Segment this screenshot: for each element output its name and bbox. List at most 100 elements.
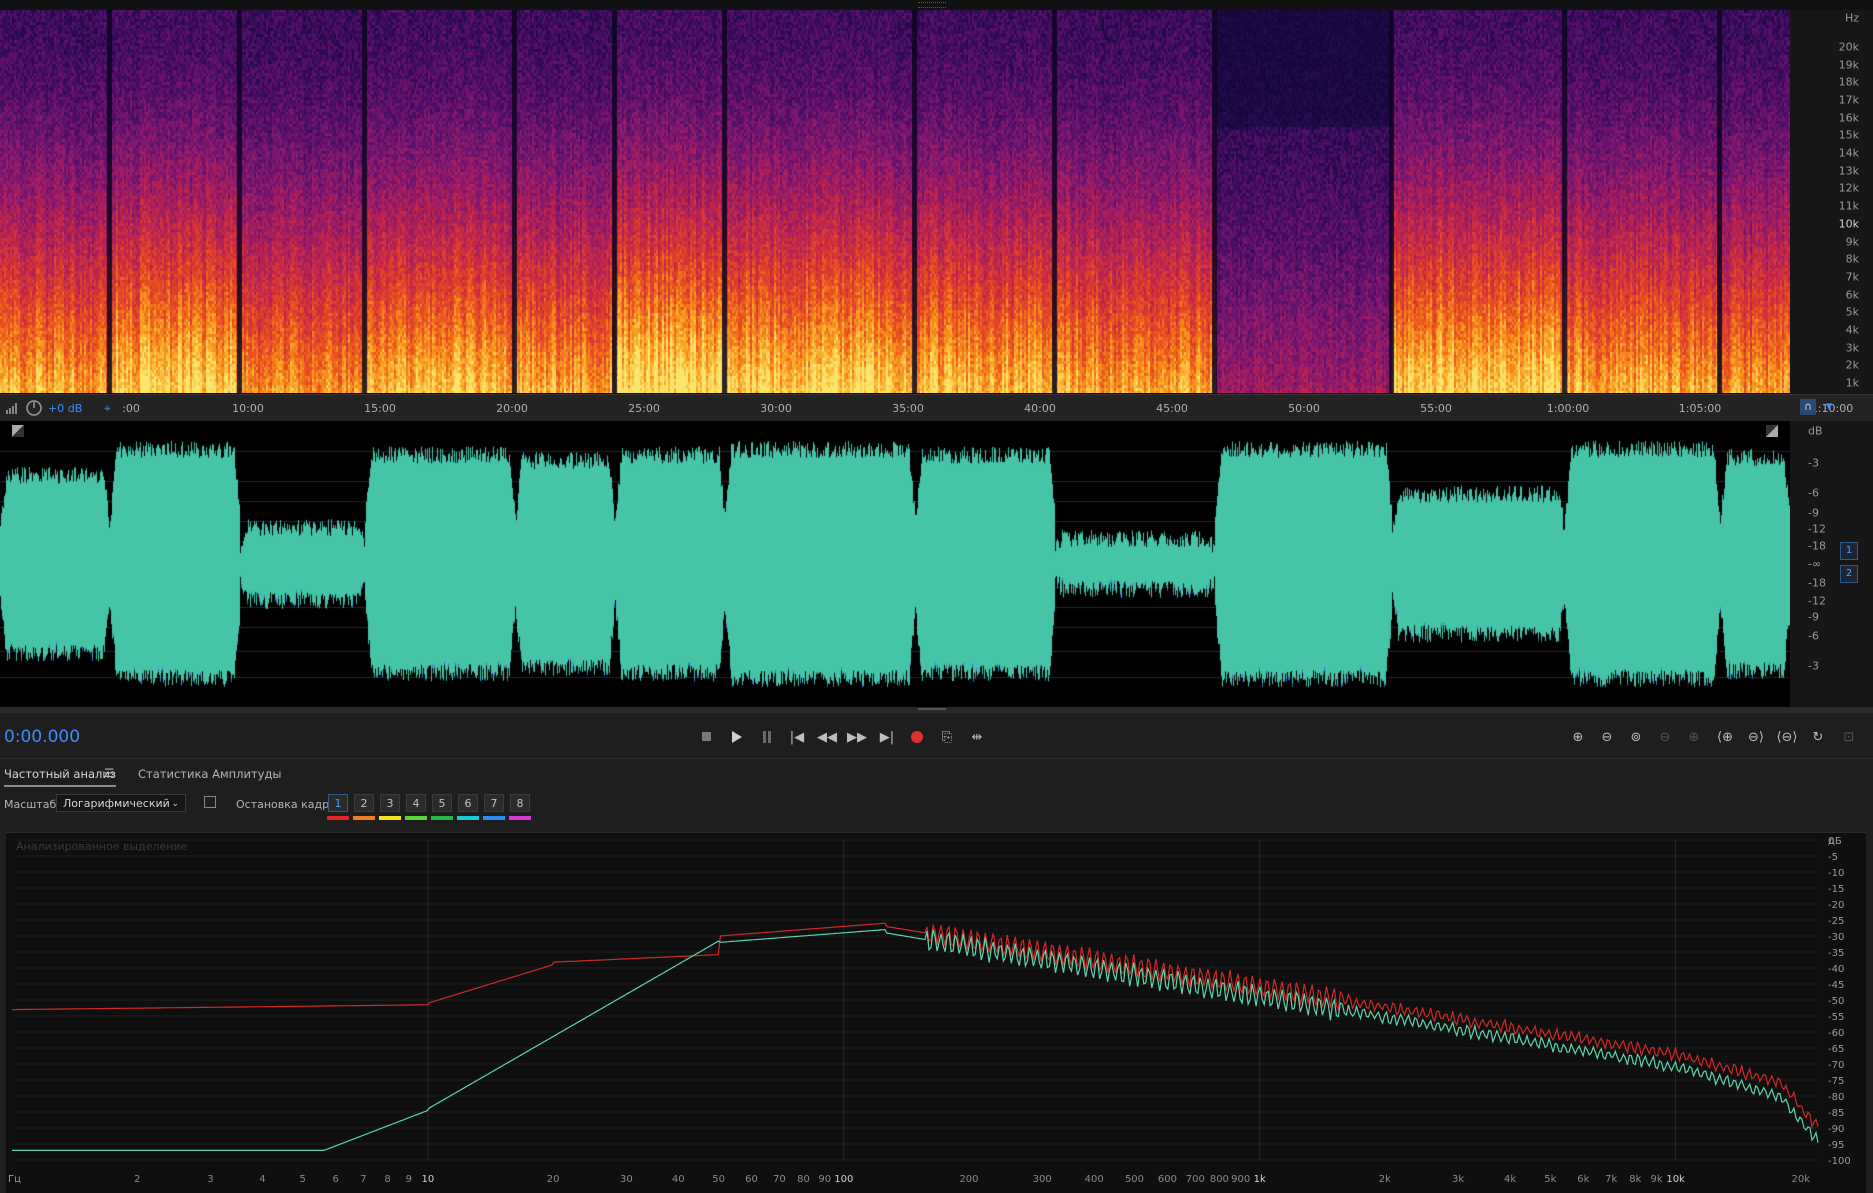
- freeze-frame-label: Остановка кадра:: [236, 798, 340, 811]
- time-tick-label: 10:00: [232, 402, 264, 415]
- fast-forward-icon[interactable]: ▶▶: [846, 727, 868, 747]
- channel-1-button[interactable]: 1: [1840, 542, 1858, 560]
- play-button[interactable]: [726, 727, 748, 747]
- zoom-in-time-icon[interactable]: ⟨⊕: [1713, 727, 1737, 747]
- graph-db-tick: -5: [1828, 852, 1838, 863]
- zoom-to-playhead-icon[interactable]: ↻: [1806, 727, 1830, 747]
- hz-tick-label: 14k: [1838, 146, 1859, 160]
- graph-db-tick: -75: [1828, 1076, 1844, 1087]
- db-unit-label: dB: [1808, 424, 1823, 438]
- channel-2-button[interactable]: 2: [1840, 565, 1858, 583]
- rewind-icon[interactable]: ◀◀: [816, 727, 838, 747]
- hz-tick-label: 6k: [1845, 288, 1859, 302]
- analysis-controls: Масштаб: Логарифмический ⌄ Остановка кад…: [0, 788, 1873, 830]
- scale-label: Масштаб:: [4, 798, 60, 811]
- loop-playback-icon[interactable]: ⎘: [936, 727, 958, 747]
- graph-freq-tick: 500: [1125, 1174, 1144, 1185]
- graph-db-tick: -20: [1828, 900, 1844, 911]
- hz-unit-label: Hz: [1844, 11, 1859, 25]
- graph-freq-tick: 8: [384, 1174, 390, 1185]
- graph-freq-tick: 20k: [1792, 1174, 1811, 1185]
- frequency-overlay-icon[interactable]: [204, 796, 216, 808]
- hz-tick-label: 13k: [1838, 164, 1859, 178]
- transport-bar: 0:00.000 |◀ ◀◀ ▶▶ ▶| ⎘ ⇹ ⊕ ⊖ ⊚ ⊖ ⊕ ⟨⊕ ⊖⟩…: [0, 712, 1873, 759]
- headphones-icon[interactable]: ∩: [1800, 399, 1816, 415]
- skip-selection-icon[interactable]: ⇹: [966, 727, 988, 747]
- db-tick-label: -9: [1808, 506, 1819, 520]
- db-tick-label: -12: [1808, 594, 1826, 608]
- graph-freq-tick: 9: [406, 1174, 412, 1185]
- hz-tick-label: 4k: [1845, 323, 1859, 337]
- waveform-display[interactable]: [0, 421, 1790, 707]
- freeze-frame-button-8[interactable]: 8: [510, 794, 530, 812]
- timeline-ruler[interactable]: +0 dB ⌖ :00 10:00 15:00 20:00 25:00 30:00 35:0…: [0, 394, 1873, 422]
- db-tick-label: -6: [1808, 486, 1819, 500]
- graph-freq-tick: 300: [1033, 1174, 1052, 1185]
- db-tick-label: -3: [1808, 456, 1819, 470]
- graph-freq-tick: 9k: [1650, 1174, 1662, 1185]
- frequency-axis: Hz 20k 19k 18k 17k 16k 15k 14k 13k 12k 11k 10k 9k 8k…: [1790, 10, 1873, 393]
- channel-toggle-right-icon[interactable]: [1766, 425, 1778, 437]
- graph-freq-tick: 10: [422, 1174, 435, 1185]
- stop-button[interactable]: [696, 727, 718, 747]
- db-tick-label: -6: [1808, 629, 1819, 643]
- frame-color-swatch: [431, 816, 453, 820]
- scrollbar-thumb[interactable]: [918, 708, 946, 710]
- graph-db-tick: -40: [1828, 964, 1844, 975]
- time-tick-label: 40:00: [1024, 402, 1056, 415]
- zoom-in-out-point-icon[interactable]: ⊖: [1653, 727, 1677, 747]
- freeze-frame-button-2[interactable]: 2: [354, 794, 374, 812]
- time-tick-label: 1:00:00: [1546, 402, 1590, 415]
- freeze-frame-button-5[interactable]: 5: [432, 794, 452, 812]
- pause-button[interactable]: [756, 727, 778, 747]
- skip-to-end-icon[interactable]: ▶|: [876, 727, 898, 747]
- graph-freq-tick: 40: [672, 1174, 685, 1185]
- graph-freq-tick: 8k: [1629, 1174, 1641, 1185]
- zoom-out-time-icon[interactable]: ⊖⟩: [1744, 727, 1768, 747]
- graph-freq-tick: 50: [712, 1174, 725, 1185]
- spectral-display-panel[interactable]: Hz 20k 19k 18k 17k 16k 15k 14k 13k 12k 11k 10k 9k 8k…: [0, 0, 1873, 394]
- tab-frequency-analysis[interactable]: Частотный анализ: [4, 767, 116, 787]
- zoom-selection-icon[interactable]: ⊕: [1682, 727, 1706, 747]
- right-channel-curve: [12, 928, 1819, 1151]
- tab-amplitude-statistics[interactable]: Статистика Амплитуды: [138, 767, 282, 781]
- zoom-reset-icon[interactable]: ⊚: [1624, 727, 1648, 747]
- hz-tick-label: 11k: [1838, 199, 1859, 213]
- frequency-graph-svg[interactable]: Анализированное выделение дБ0-5-10-15-20…: [6, 836, 1866, 1192]
- db-tick-label: -18: [1808, 576, 1826, 590]
- time-tick-label: 25:00: [628, 402, 660, 415]
- record-button[interactable]: [906, 727, 928, 747]
- db-tick-label: -12: [1808, 522, 1826, 536]
- panel-menu-icon[interactable]: ☰: [104, 766, 114, 780]
- graph-db-tick: -90: [1828, 1124, 1844, 1135]
- freeze-frame-button-6[interactable]: 6: [458, 794, 478, 812]
- freeze-frame-button-3[interactable]: 3: [380, 794, 400, 812]
- spectrogram[interactable]: [0, 10, 1790, 393]
- graph-freq-tick: 7k: [1605, 1174, 1617, 1185]
- freeze-frame-button-7[interactable]: 7: [484, 794, 504, 812]
- graph-freq-tick: 4: [259, 1174, 265, 1185]
- zoom-history-icon[interactable]: ⊡: [1837, 727, 1861, 747]
- marker-pin-icon[interactable]: ▾: [1822, 399, 1836, 415]
- panel-resize-handle[interactable]: [918, 2, 946, 8]
- time-tick-label: 30:00: [760, 402, 792, 415]
- time-tick-label: 55:00: [1420, 402, 1452, 415]
- hz-tick-label: 7k: [1845, 270, 1859, 284]
- skip-to-start-icon[interactable]: |◀: [786, 727, 808, 747]
- channel-toggle-left-icon[interactable]: [12, 425, 24, 437]
- scale-dropdown[interactable]: Логарифмический ⌄: [56, 794, 186, 812]
- zoom-out-amplitude-icon[interactable]: ⊖: [1595, 727, 1619, 747]
- zoom-out-full-icon[interactable]: ⟨⊖⟩: [1775, 727, 1799, 747]
- graph-db-tick: -95: [1828, 1140, 1844, 1151]
- freeze-frame-button-1[interactable]: 1: [328, 794, 348, 812]
- graph-freq-tick: 800: [1210, 1174, 1229, 1185]
- waveform-canvas[interactable]: [0, 421, 1790, 707]
- freeze-frame-button-4[interactable]: 4: [406, 794, 426, 812]
- time-tick-label: 45:00: [1156, 402, 1188, 415]
- db-tick-label: -9: [1808, 610, 1819, 624]
- zoom-in-amplitude-icon[interactable]: ⊕: [1566, 727, 1590, 747]
- timecode-display[interactable]: 0:00.000: [4, 727, 80, 747]
- graph-db-tick: -50: [1828, 996, 1844, 1007]
- graph-freq-tick: 200: [959, 1174, 978, 1185]
- graph-freq-tick: 7: [360, 1174, 366, 1185]
